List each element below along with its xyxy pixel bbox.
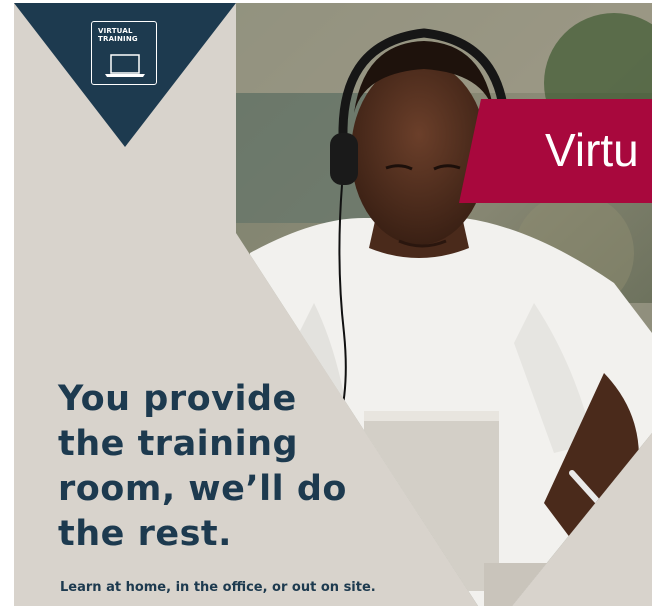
headline: You provide the training room, we’ll do … [58, 379, 347, 554]
title-banner: Virtu [459, 99, 652, 203]
subheadline: Learn at home, in the office, or out on … [60, 580, 376, 595]
banner-title: Virtu [545, 124, 639, 176]
page: VIRTUAL TRAINING Virtu You provide the t… [0, 0, 652, 606]
virtual-training-badge: VIRTUAL TRAINING [91, 21, 157, 85]
promo-flyer: VIRTUAL TRAINING Virtu You provide the t… [14, 3, 652, 606]
laptop-icon [105, 54, 145, 77]
badge-label: VIRTUAL TRAINING [98, 27, 138, 43]
